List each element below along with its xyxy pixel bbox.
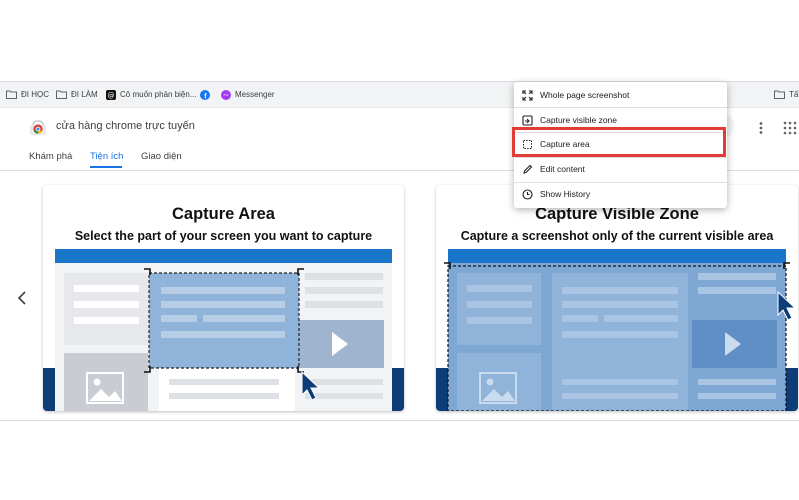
tab-kham-pha[interactable]: Khám phá (29, 151, 72, 162)
promo-card-capture-visible-zone[interactable]: Capture Visible Zone Capture a screensho… (436, 185, 798, 411)
highlight-box (512, 127, 726, 157)
card-title: Capture Area (171, 205, 275, 223)
section-divider (0, 420, 799, 421)
threads-icon: @ (106, 89, 116, 100)
chrome-store-logo[interactable] (29, 118, 47, 136)
menu-item-whole-page-screenshot[interactable]: Whole page screenshot (514, 83, 727, 107)
pencil-icon (523, 164, 533, 174)
bookmark-label: Tất (789, 90, 799, 99)
bookmark-threads[interactable]: @ Cô muốn phản biện... (106, 86, 197, 103)
history-icon (522, 188, 533, 200)
messenger-icon (221, 89, 231, 100)
bookmark-di-lam[interactable]: ĐI LÀM (56, 86, 98, 103)
menu-item-label: Whole page screenshot (540, 90, 630, 100)
bookmark-di-hoc[interactable]: ĐI HỌC (6, 86, 49, 103)
more-options-icon[interactable] (756, 121, 766, 135)
bookmark-label: ĐI HỌC (21, 90, 49, 99)
folder-icon (774, 90, 785, 99)
bookmark-label: ĐI LÀM (71, 90, 98, 99)
card-subtitle: Select the part of your screen you want … (74, 229, 373, 243)
menu-item-show-history[interactable]: Show History (514, 182, 727, 206)
menu-item-label: Show History (540, 189, 591, 199)
apps-grid-icon[interactable] (783, 121, 797, 135)
bookmark-label: Cô muốn phản biện... (120, 90, 197, 99)
store-title: cửa hàng chrome trực tuyến (56, 120, 195, 132)
visible-zone-illustration (436, 249, 798, 411)
menu-item-label: Capture visible zone (540, 115, 618, 125)
bookmark-messenger[interactable]: Messenger (221, 86, 275, 103)
card-subtitle: Capture a screenshot only of the current… (460, 229, 774, 243)
capture-area-illustration (43, 249, 404, 411)
tab-tien-ich[interactable]: Tiện ích (90, 151, 123, 162)
bookmark-other-folder[interactable]: Tất (774, 86, 799, 103)
tab-giao-dien[interactable]: Giao diện (141, 151, 182, 162)
folder-icon (56, 90, 67, 99)
svg-text:@: @ (108, 91, 115, 99)
menu-item-label: Edit content (540, 164, 585, 174)
bookmark-label: Messenger (235, 90, 275, 99)
bookmark-facebook[interactable]: f (200, 86, 214, 103)
menu-item-edit-content[interactable]: Edit content (514, 157, 727, 181)
expand-icon (522, 89, 533, 101)
facebook-icon: f (200, 89, 210, 100)
visible-zone-icon (522, 114, 533, 126)
folder-icon (6, 90, 17, 99)
carousel-prev-icon[interactable] (16, 290, 30, 306)
promo-card-capture-area[interactable]: Capture Area Select the part of your scr… (43, 185, 404, 411)
active-tab-indicator (90, 166, 122, 168)
